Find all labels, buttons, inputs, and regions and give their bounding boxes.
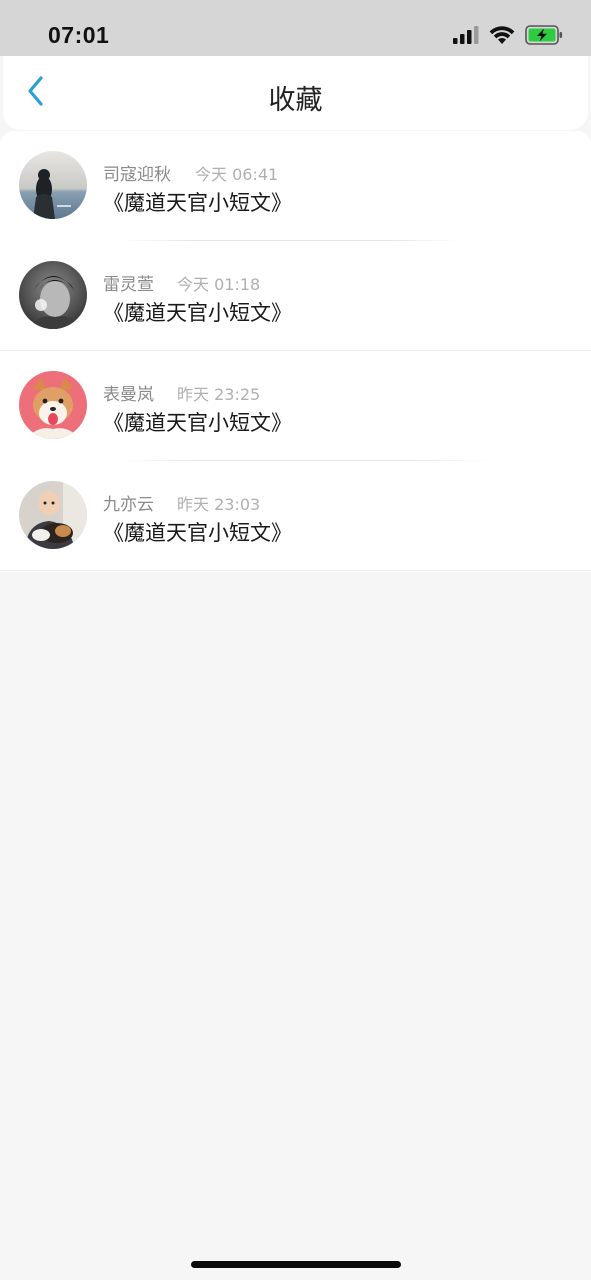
item-title: 《魔道天官小短文》 <box>103 521 292 545</box>
wifi-icon <box>489 25 515 49</box>
child-with-dog-avatar <box>19 481 87 549</box>
item-author: 司寇迎秋 <box>103 165 171 185</box>
item-title: 《魔道天官小短文》 <box>103 301 292 325</box>
item-author: 雷灵萱 <box>103 275 154 295</box>
item-time: 今天 01:18 <box>177 275 261 294</box>
item-time: 昨天 23:25 <box>177 385 261 404</box>
item-time: 昨天 23:03 <box>177 495 261 514</box>
battery-charging-icon <box>525 25 563 49</box>
status-icons <box>453 25 563 49</box>
item-author: 表曼岚 <box>103 385 154 405</box>
list-item[interactable]: 雷灵萱 今天 01:18 《魔道天官小短文》 <box>0 241 591 351</box>
status-bar: 07:01 <box>0 0 591 56</box>
status-time: 07:01 <box>48 22 110 48</box>
item-author: 九亦云 <box>103 495 154 515</box>
page-title: 收藏 <box>268 85 323 116</box>
bw-child-avatar <box>19 261 87 329</box>
favorites-list: 司寇迎秋 今天 06:41 《魔道天官小短文》 雷灵萱 今天 01:18 《魔道… <box>0 131 591 572</box>
girl-by-sea-avatar <box>19 151 87 219</box>
list-item[interactable]: 九亦云 昨天 23:03 《魔道天官小短文》 <box>0 461 591 571</box>
divider <box>0 570 591 571</box>
list-item[interactable]: 司寇迎秋 今天 06:41 《魔道天官小短文》 <box>0 131 591 241</box>
cellular-signal-icon <box>453 26 479 48</box>
nav-bar: 收藏 <box>3 56 588 130</box>
item-title: 《魔道天官小短文》 <box>103 411 292 435</box>
item-title: 《魔道天官小短文》 <box>103 191 292 215</box>
shiba-dog-avatar <box>19 371 87 439</box>
item-time: 今天 06:41 <box>195 165 279 184</box>
home-indicator[interactable] <box>191 1261 401 1268</box>
list-item[interactable]: 表曼岚 昨天 23:25 《魔道天官小短文》 <box>0 351 591 461</box>
